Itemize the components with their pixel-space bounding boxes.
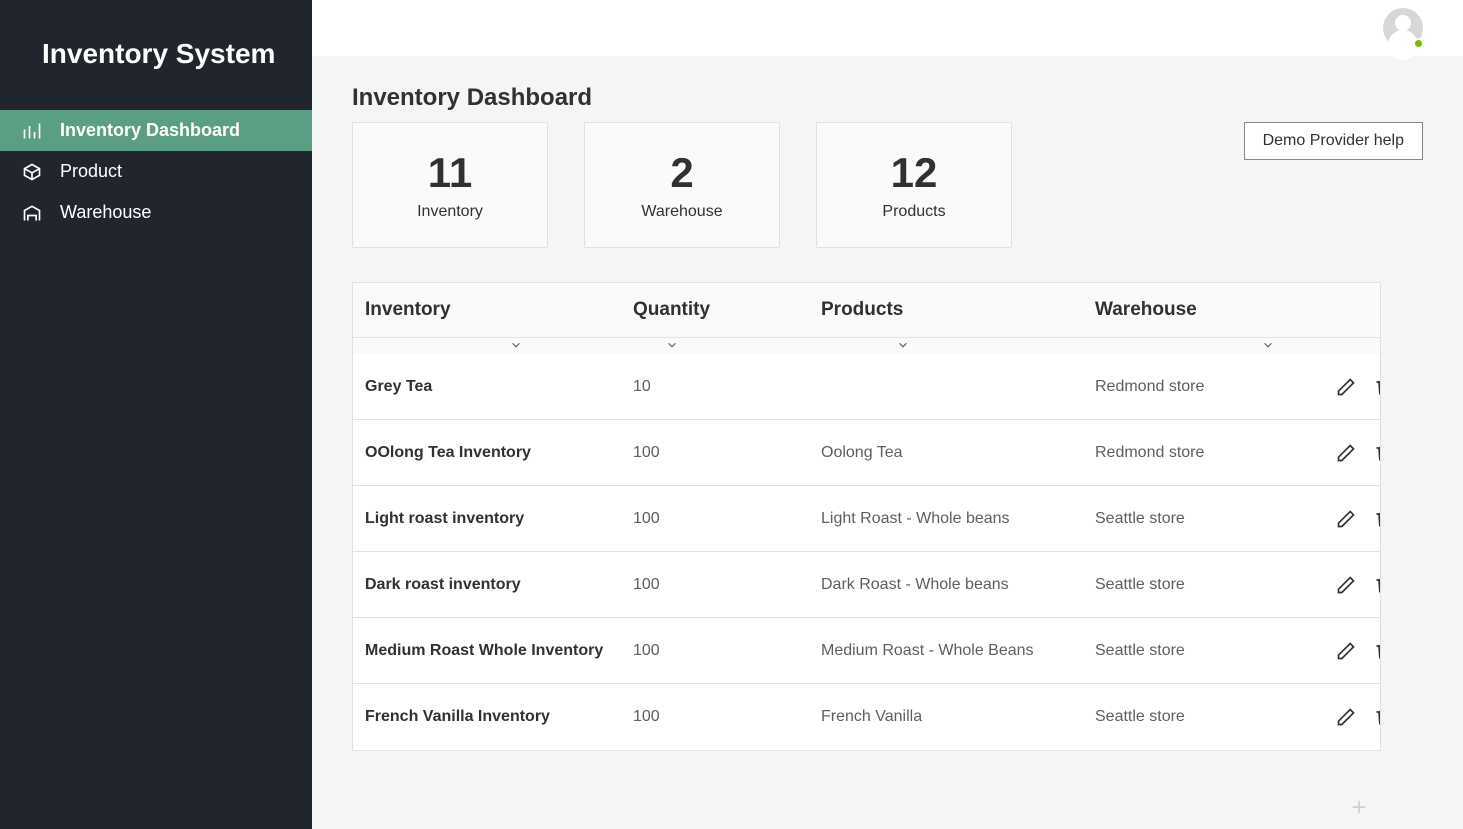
warehouse-icon: [22, 203, 42, 223]
add-button[interactable]: +: [1345, 793, 1373, 821]
cell-quantity: 100: [633, 642, 821, 660]
cell-products: Medium Roast - Whole Beans: [821, 642, 1095, 660]
table-row[interactable]: French Vanilla Inventory100French Vanill…: [353, 684, 1380, 750]
table-row[interactable]: OOlong Tea Inventory100Oolong TeaRedmond…: [353, 420, 1380, 486]
summary-row: 11 Inventory 2 Warehouse 12 Products Dem…: [352, 122, 1423, 248]
edit-icon[interactable]: [1336, 377, 1356, 397]
table-row[interactable]: Dark roast inventory100Dark Roast - Whol…: [353, 552, 1380, 618]
cell-inventory: OOlong Tea Inventory: [365, 444, 633, 462]
cell-warehouse: Seattle store: [1095, 576, 1275, 594]
inventory-table: Inventory Quantity Products Warehouse: [352, 282, 1381, 751]
card-value: 11: [428, 149, 472, 197]
cell-inventory: Light roast inventory: [365, 510, 633, 528]
cell-actions: [1275, 575, 1380, 595]
cell-warehouse: Seattle store: [1095, 642, 1275, 660]
cell-quantity: 100: [633, 708, 821, 726]
card-inventory: 11 Inventory: [352, 122, 548, 248]
demo-provider-help-button[interactable]: Demo Provider help: [1244, 122, 1423, 160]
sidebar-item-inventory-dashboard[interactable]: Inventory Dashboard: [0, 110, 312, 151]
cell-actions: [1275, 443, 1380, 463]
page-title: Inventory Dashboard: [352, 84, 1423, 112]
cell-warehouse: Redmond store: [1095, 378, 1275, 396]
edit-icon[interactable]: [1336, 575, 1356, 595]
col-warehouse[interactable]: Warehouse: [1095, 299, 1275, 321]
col-inventory[interactable]: Inventory: [365, 299, 633, 321]
filter-row: [353, 338, 1380, 354]
avatar[interactable]: [1383, 8, 1423, 48]
cell-actions: [1275, 707, 1380, 727]
cell-warehouse: Seattle store: [1095, 708, 1275, 726]
app-title: Inventory System: [0, 0, 312, 110]
delete-icon[interactable]: [1374, 377, 1380, 397]
presence-dot-icon: [1413, 38, 1424, 49]
sidebar-item-label: Inventory Dashboard: [60, 120, 240, 141]
cell-products: Dark Roast - Whole beans: [821, 576, 1095, 594]
table-row[interactable]: Medium Roast Whole Inventory100Medium Ro…: [353, 618, 1380, 684]
card-label: Inventory: [417, 203, 483, 221]
delete-icon[interactable]: [1374, 575, 1380, 595]
delete-icon[interactable]: [1374, 443, 1380, 463]
cell-products: Oolong Tea: [821, 444, 1095, 462]
edit-icon[interactable]: [1336, 509, 1356, 529]
dashboard-icon: [22, 121, 42, 141]
table-row[interactable]: Grey Tea10 Redmond store: [353, 354, 1380, 420]
product-icon: [22, 162, 42, 182]
col-quantity[interactable]: Quantity: [633, 299, 821, 321]
col-products[interactable]: Products: [821, 299, 1095, 321]
sidebar-item-label: Product: [60, 161, 122, 182]
col-actions: [1275, 299, 1394, 321]
sidebar-item-label: Warehouse: [60, 202, 151, 223]
table-row[interactable]: Light roast inventory100Light Roast - Wh…: [353, 486, 1380, 552]
card-label: Warehouse: [641, 203, 722, 221]
cell-quantity: 100: [633, 510, 821, 528]
cell-inventory: French Vanilla Inventory: [365, 708, 633, 726]
cell-inventory: Dark roast inventory: [365, 576, 633, 594]
cell-warehouse: Seattle store: [1095, 510, 1275, 528]
cell-quantity: 100: [633, 444, 821, 462]
cell-actions: [1275, 509, 1380, 529]
cell-quantity: 10: [633, 378, 821, 396]
card-value: 2: [670, 149, 693, 197]
sidebar-item-product[interactable]: Product: [0, 151, 312, 192]
cell-inventory: Medium Roast Whole Inventory: [365, 642, 633, 660]
main-area: Inventory Dashboard 11 Inventory 2 Wareh…: [312, 0, 1463, 829]
delete-icon[interactable]: [1374, 509, 1380, 529]
edit-icon[interactable]: [1336, 707, 1356, 727]
cell-actions: [1275, 377, 1380, 397]
content-area: Inventory Dashboard 11 Inventory 2 Wareh…: [312, 56, 1463, 829]
card-value: 12: [891, 149, 938, 197]
cell-inventory: Grey Tea: [365, 378, 633, 396]
cell-actions: [1275, 641, 1380, 661]
table-header: Inventory Quantity Products Warehouse: [353, 283, 1380, 338]
sidebar-nav: Inventory Dashboard Product Warehouse: [0, 110, 312, 233]
table-body: Grey Tea10Redmond storeOOlong Tea Invent…: [353, 354, 1380, 750]
card-products: 12 Products: [816, 122, 1012, 248]
edit-icon[interactable]: [1336, 443, 1356, 463]
sidebar-item-warehouse[interactable]: Warehouse: [0, 192, 312, 233]
card-warehouse: 2 Warehouse: [584, 122, 780, 248]
topbar: [312, 0, 1463, 56]
cell-products: Light Roast - Whole beans: [821, 510, 1095, 528]
delete-icon[interactable]: [1374, 707, 1380, 727]
plus-icon: +: [1351, 792, 1366, 823]
cell-warehouse: Redmond store: [1095, 444, 1275, 462]
card-label: Products: [882, 203, 945, 221]
delete-icon[interactable]: [1374, 641, 1380, 661]
edit-icon[interactable]: [1336, 641, 1356, 661]
summary-cards: 11 Inventory 2 Warehouse 12 Products: [352, 122, 1012, 248]
sidebar: Inventory System Inventory Dashboard Pro…: [0, 0, 312, 829]
cell-quantity: 100: [633, 576, 821, 594]
cell-products: French Vanilla: [821, 708, 1095, 726]
